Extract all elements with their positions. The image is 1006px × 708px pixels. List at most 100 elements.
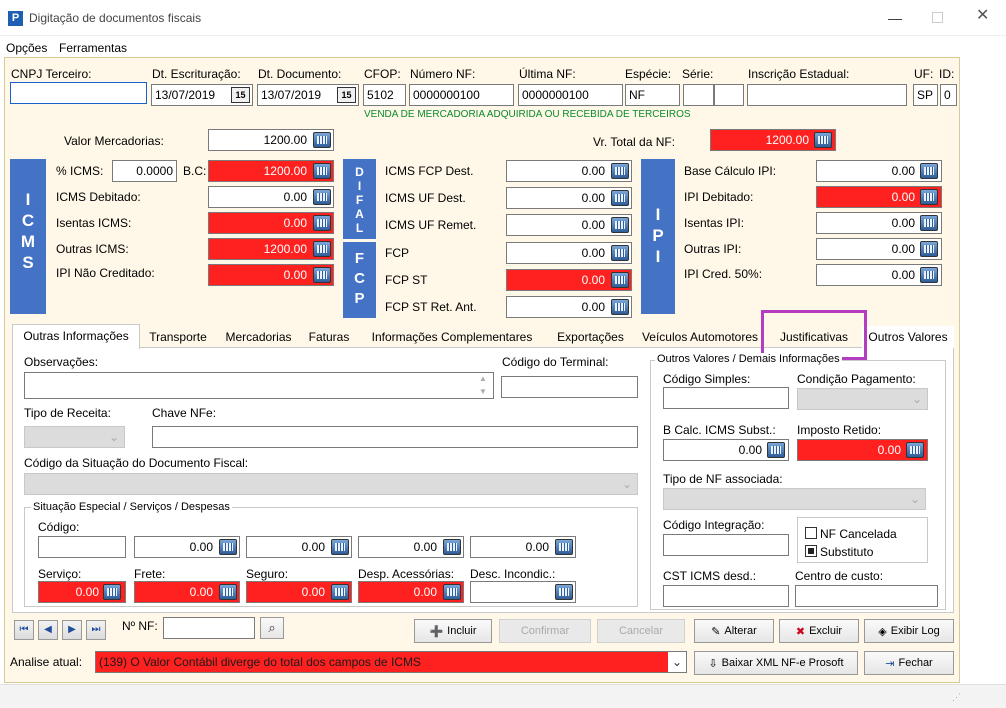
cond-pag-label: Condição Pagamento: bbox=[797, 372, 916, 386]
calculator-icon[interactable] bbox=[219, 584, 237, 600]
ultima-input[interactable]: 0000000100 bbox=[518, 84, 623, 106]
next-record-icon[interactable]: ▶ bbox=[62, 620, 82, 640]
situacao-select[interactable]: ⌄ bbox=[24, 473, 638, 495]
cod-integ-input[interactable] bbox=[663, 534, 789, 556]
alterar-button[interactable]: ✎ Alterar bbox=[694, 619, 774, 643]
scroll-up-icon[interactable]: ▲ bbox=[479, 374, 487, 383]
fechar-button[interactable]: ⇥ Fechar bbox=[864, 651, 954, 675]
calculator-icon[interactable] bbox=[313, 267, 331, 283]
tab-outras-informacoes[interactable]: Outras Informações bbox=[12, 324, 140, 349]
outros-valores-title: Outros Valores / Demais Informações bbox=[655, 353, 842, 365]
close-icon[interactable]: ✕ bbox=[976, 8, 990, 24]
id-input[interactable]: 0 bbox=[940, 84, 957, 106]
nf-cancelada-checkbox[interactable] bbox=[805, 527, 817, 539]
calculator-icon[interactable] bbox=[611, 245, 629, 261]
tab-veiculos-automotores[interactable]: Veículos Automotores bbox=[634, 326, 766, 348]
nf-number-input[interactable] bbox=[163, 617, 255, 639]
tipo-receita-label: Tipo de Receita: bbox=[24, 406, 111, 420]
calculator-icon[interactable] bbox=[611, 272, 629, 288]
calculator-icon[interactable] bbox=[920, 267, 938, 283]
baixar-xml-button[interactable]: ⇩ Baixar XML NF-e Prosoft bbox=[694, 651, 858, 675]
calculator-icon[interactable] bbox=[443, 539, 461, 555]
centro-input[interactable] bbox=[795, 585, 938, 607]
calculator-icon[interactable] bbox=[920, 163, 938, 179]
fcp-label: FCP bbox=[385, 246, 409, 260]
fcp-dest-label: ICMS FCP Dest. bbox=[385, 164, 474, 178]
tab-faturas[interactable]: Faturas bbox=[302, 326, 356, 348]
minimize-icon[interactable]: — bbox=[888, 11, 902, 25]
uf-dest-label: ICMS UF Dest. bbox=[385, 191, 466, 205]
calculator-icon[interactable] bbox=[313, 215, 331, 231]
calculator-icon[interactable] bbox=[313, 132, 331, 148]
tipo-nf-select[interactable]: ⌄ bbox=[663, 488, 926, 510]
terminal-input[interactable] bbox=[501, 376, 638, 398]
calculator-icon[interactable] bbox=[920, 241, 938, 257]
bc-label: B.C: bbox=[183, 164, 207, 178]
numero-input[interactable]: 0000000100 bbox=[409, 84, 514, 106]
calculator-icon[interactable] bbox=[767, 442, 785, 458]
cfop-input[interactable]: 5102 bbox=[363, 84, 406, 106]
prev-record-icon[interactable]: ◀ bbox=[38, 620, 58, 640]
calculator-icon[interactable] bbox=[814, 132, 832, 148]
tipo-nf-label: Tipo de NF associada: bbox=[663, 472, 783, 486]
calculator-icon[interactable] bbox=[611, 217, 629, 233]
tab-outros-valores[interactable]: Outros Valores bbox=[862, 326, 954, 348]
calculator-icon[interactable] bbox=[611, 163, 629, 179]
tipo-receita-select[interactable]: ⌄ bbox=[24, 426, 125, 448]
calculator-icon[interactable] bbox=[920, 215, 938, 231]
calculator-icon[interactable] bbox=[313, 241, 331, 257]
calculator-icon[interactable] bbox=[443, 584, 461, 600]
ipi-nc-label: IPI Não Creditado: bbox=[56, 266, 155, 280]
tab-informacoes-complementares[interactable]: Informações Complementares bbox=[357, 326, 547, 348]
calculator-icon[interactable] bbox=[219, 539, 237, 555]
chave-nfe-input[interactable] bbox=[152, 426, 638, 448]
maximize-icon[interactable] bbox=[932, 12, 943, 23]
exibir-log-button[interactable]: ◈ Exibir Log bbox=[864, 619, 954, 643]
id-label: ID: bbox=[939, 67, 955, 81]
scroll-down-icon[interactable]: ▼ bbox=[479, 387, 487, 396]
tab-transporte[interactable]: Transporte bbox=[141, 326, 215, 348]
calculator-icon[interactable] bbox=[555, 539, 573, 555]
calculator-icon[interactable] bbox=[313, 189, 331, 205]
first-record-icon[interactable]: ⏮ bbox=[14, 620, 34, 640]
substituto-checkbox[interactable] bbox=[805, 545, 817, 557]
cnpj-input[interactable] bbox=[10, 82, 147, 104]
calculator-icon[interactable] bbox=[611, 299, 629, 315]
calculator-icon[interactable] bbox=[103, 584, 121, 600]
calculator-icon[interactable] bbox=[555, 584, 573, 600]
cond-pag-select[interactable]: ⌄ bbox=[797, 388, 928, 410]
cst-input[interactable] bbox=[663, 585, 789, 607]
excluir-button[interactable]: ✖ Excluir bbox=[779, 619, 859, 643]
search-icon[interactable]: ⌕ bbox=[260, 617, 284, 639]
observacoes-textarea[interactable] bbox=[24, 372, 494, 399]
calendar-icon[interactable]: 15 bbox=[231, 87, 250, 103]
tab-mercadorias[interactable]: Mercadorias bbox=[216, 326, 301, 348]
calendar-icon[interactable]: 15 bbox=[337, 87, 356, 103]
menu-opcoes[interactable]: Opções bbox=[6, 41, 47, 55]
menu-ferramentas[interactable]: Ferramentas bbox=[59, 41, 127, 55]
uf-input[interactable]: SP bbox=[913, 84, 938, 106]
calculator-icon[interactable] bbox=[331, 539, 349, 555]
analise-select[interactable]: (139) O Valor Contábil diverge do total … bbox=[95, 651, 687, 673]
ie-input[interactable] bbox=[747, 84, 907, 106]
bcalc-label: B Calc. ICMS Subst.: bbox=[663, 423, 776, 437]
resize-grip-icon[interactable]: ⋰ bbox=[952, 692, 961, 703]
calculator-icon[interactable] bbox=[906, 442, 924, 458]
last-record-icon[interactable]: ⏭ bbox=[86, 620, 106, 640]
serie-input-1[interactable] bbox=[683, 84, 714, 106]
especie-input[interactable]: NF bbox=[625, 84, 680, 106]
cnpj-label: CNPJ Terceiro: bbox=[11, 67, 92, 81]
confirmar-button[interactable]: Confirmar bbox=[499, 619, 591, 643]
calculator-icon[interactable] bbox=[611, 190, 629, 206]
serie-input-2[interactable] bbox=[714, 84, 744, 106]
pct-icms-input[interactable]: 0.0000 bbox=[112, 160, 177, 182]
cancelar-button[interactable]: Cancelar bbox=[597, 619, 685, 643]
calculator-icon[interactable] bbox=[920, 189, 938, 205]
codigo-input[interactable] bbox=[38, 536, 126, 558]
substituto-label: Substituto bbox=[820, 545, 874, 559]
calculator-icon[interactable] bbox=[313, 163, 331, 179]
incluir-button[interactable]: ➕ Incluir bbox=[414, 619, 492, 643]
calculator-icon[interactable] bbox=[331, 584, 349, 600]
tab-exportacoes[interactable]: Exportações bbox=[548, 326, 633, 348]
cod-simples-input[interactable] bbox=[663, 387, 789, 409]
